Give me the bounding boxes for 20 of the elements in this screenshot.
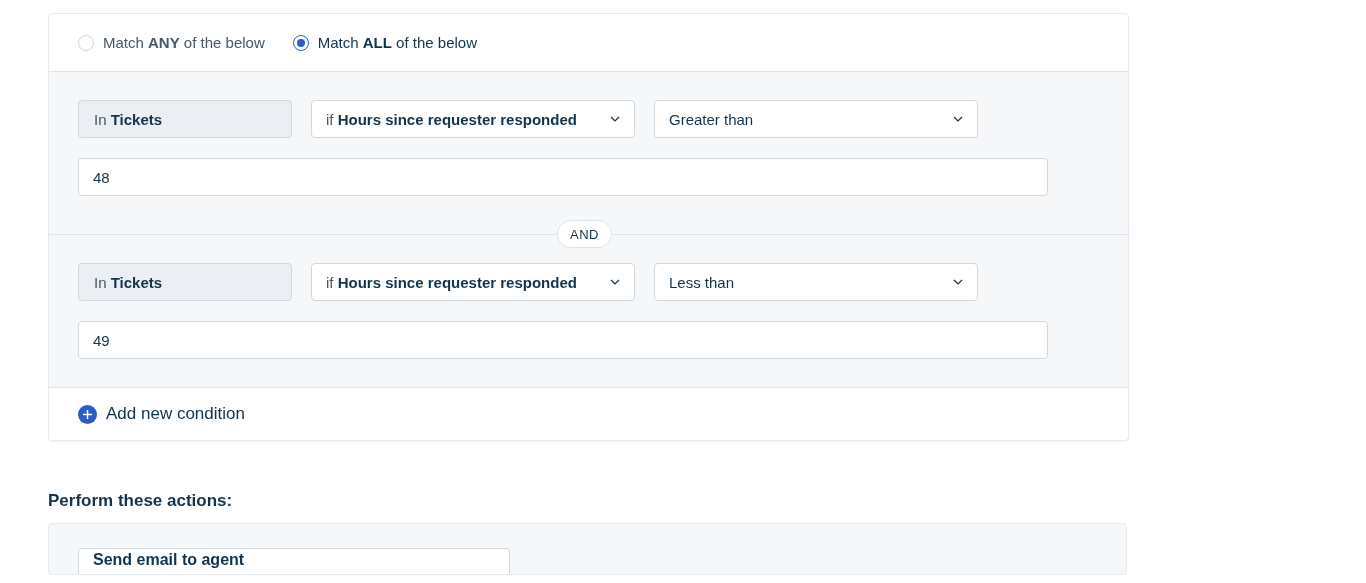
value-field[interactable]: 49 [78,321,1048,359]
caret-icon [610,279,620,285]
scope-field: In Tickets [78,263,292,301]
match-option[interactable]: Match ANY of the below [78,34,265,51]
action-dropdown[interactable]: Send email to agent [78,548,510,574]
and-badge: AND [557,220,612,248]
scope-field: In Tickets [78,100,292,138]
field-dropdown[interactable]: if Hours since requester responded [311,100,635,138]
plus-icon [78,404,97,424]
section-heading: Perform these actions: [48,491,234,511]
value-field[interactable]: 48 [78,158,1048,196]
caret-icon [953,116,963,122]
match-option[interactable]: Match ALL of the below [292,34,477,51]
radio-button[interactable] [292,34,309,51]
add-condition-button[interactable]: Add new condition [78,404,245,424]
operator-dropdown[interactable]: Greater than [654,100,978,138]
field-dropdown[interactable]: if Hours since requester responded [311,263,635,301]
caret-icon [953,279,963,285]
caret-icon [610,116,620,122]
operator-dropdown[interactable]: Less than [654,263,978,301]
